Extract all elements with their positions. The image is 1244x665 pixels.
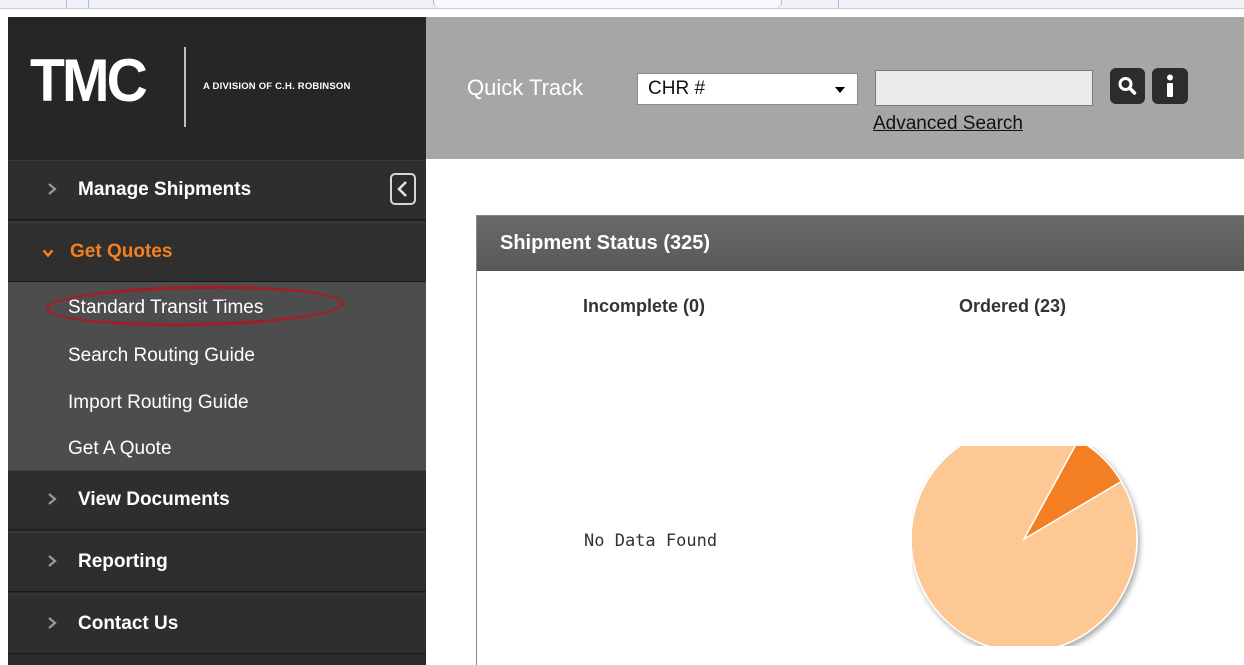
sidebar-item-label: View Documents bbox=[78, 489, 230, 510]
track-type-value: CHR # bbox=[648, 78, 706, 99]
sidebar-item-label: Manage Shipments bbox=[78, 179, 252, 200]
ordered-pie-chart bbox=[912, 446, 1138, 646]
browser-tab[interactable] bbox=[433, 0, 782, 8]
submenu-item-search-routing-guide[interactable]: Search Routing Guide bbox=[68, 345, 255, 367]
submenu-item-import-routing-guide[interactable]: Import Routing Guide bbox=[68, 392, 249, 414]
quick-track-input[interactable] bbox=[875, 70, 1093, 106]
search-button[interactable] bbox=[1110, 68, 1145, 104]
quick-track-label: Quick Track bbox=[467, 75, 584, 100]
header-bar: Quick Track CHR # Advanced Search bbox=[426, 17, 1244, 159]
info-icon bbox=[1167, 74, 1173, 97]
sidebar-item-label: Contact Us bbox=[78, 613, 179, 634]
chevron-right-icon bbox=[48, 493, 57, 505]
incomplete-column-title: Incomplete (0) bbox=[583, 296, 706, 316]
chevron-down-icon bbox=[42, 249, 54, 258]
sidebar-item-contact-us[interactable]: Contact Us bbox=[8, 594, 426, 654]
submenu-item-standard-transit-times[interactable]: Standard Transit Times bbox=[68, 297, 263, 319]
info-button[interactable] bbox=[1152, 68, 1188, 104]
panel-title: Shipment Status (325) bbox=[500, 232, 711, 254]
sidebar: TMC A DIVISION OF C.H. ROBINSON Manage S… bbox=[8, 17, 426, 665]
search-icon bbox=[1118, 77, 1137, 95]
tab-edge bbox=[88, 0, 89, 8]
chevron-right-icon bbox=[48, 555, 57, 567]
submenu-item-get-a-quote[interactable]: Get A Quote bbox=[68, 438, 172, 460]
sidebar-item-reporting[interactable]: Reporting bbox=[8, 532, 426, 592]
sidebar-item-manage-shipments[interactable]: Manage Shipments bbox=[8, 160, 426, 220]
logo-area: TMC A DIVISION OF C.H. ROBINSON bbox=[8, 17, 426, 159]
caret-down-icon bbox=[835, 87, 845, 93]
panel-header: Shipment Status (325) bbox=[477, 216, 1244, 271]
tab-edge bbox=[66, 0, 67, 8]
shipment-status-panel: Shipment Status (325) Incomplete (0) Ord… bbox=[476, 215, 1244, 665]
advanced-search-link[interactable]: Advanced Search bbox=[873, 113, 1023, 135]
tab-edge bbox=[838, 0, 839, 8]
no-data-message: No Data Found bbox=[584, 531, 718, 551]
logo-subtitle: A DIVISION OF C.H. ROBINSON bbox=[203, 81, 351, 92]
track-type-select[interactable]: CHR # bbox=[637, 73, 858, 105]
browser-tab-strip bbox=[0, 0, 1244, 9]
ordered-column-title: Ordered (23) bbox=[959, 296, 1067, 316]
sidebar-item-get-quotes[interactable]: Get Quotes bbox=[8, 222, 426, 282]
chevron-right-icon bbox=[48, 183, 57, 195]
chevron-right-icon bbox=[48, 617, 57, 629]
logo: TMC bbox=[30, 47, 148, 114]
chevron-left-icon bbox=[397, 181, 407, 197]
sidebar-item-label: Get Quotes bbox=[70, 241, 173, 262]
sidebar-item-view-documents[interactable]: View Documents bbox=[8, 470, 426, 530]
get-quotes-submenu: Standard Transit Times Search Routing Gu… bbox=[8, 282, 426, 470]
collapse-sidebar-button[interactable] bbox=[390, 173, 416, 205]
logo-divider bbox=[184, 47, 186, 127]
sidebar-item-label: Reporting bbox=[78, 551, 168, 572]
